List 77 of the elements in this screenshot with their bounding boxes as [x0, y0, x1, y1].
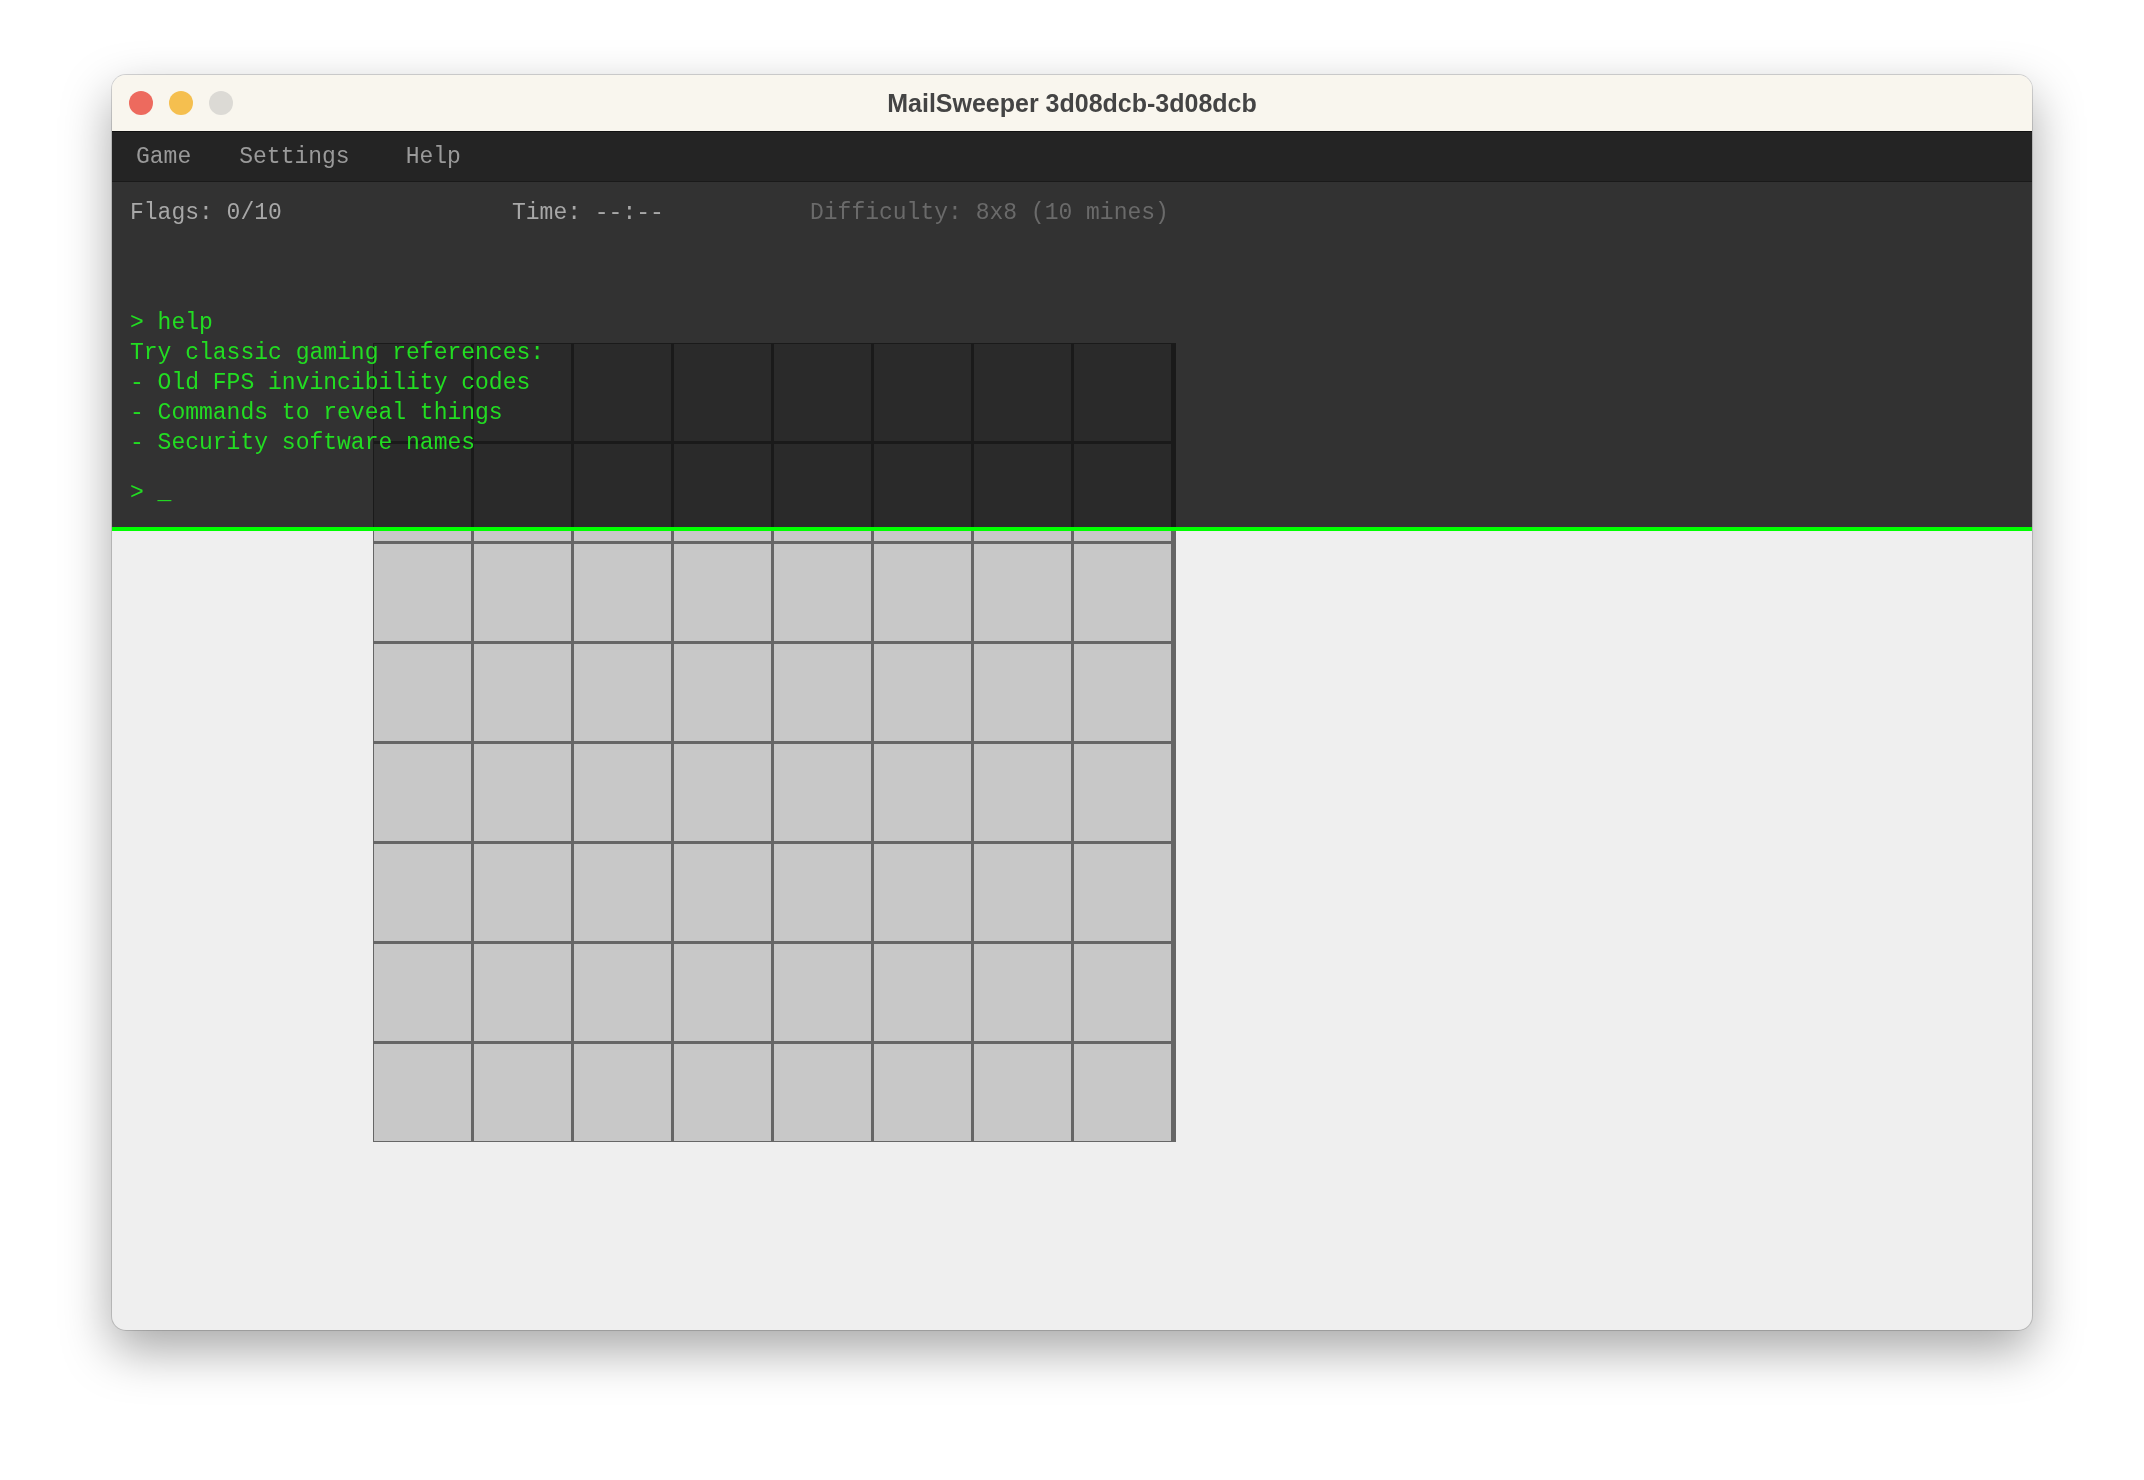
board-cell[interactable] — [474, 844, 571, 941]
console-line: > help — [130, 309, 213, 338]
board-cell[interactable] — [674, 844, 771, 941]
board-cell[interactable] — [674, 444, 771, 541]
board-cell[interactable] — [1074, 844, 1171, 941]
board-cell[interactable] — [574, 744, 671, 841]
board-cell[interactable] — [374, 844, 471, 941]
timer: Time: --:-- — [512, 200, 665, 226]
board-cell[interactable] — [474, 1044, 571, 1141]
minimize-button[interactable] — [169, 91, 193, 115]
board-cell[interactable] — [1074, 744, 1171, 841]
board-cell[interactable] — [674, 944, 771, 1041]
board-cell[interactable] — [974, 444, 1071, 541]
menu-item[interactable]: Help — [405, 143, 461, 170]
board-cell[interactable] — [574, 344, 671, 441]
board-cell[interactable] — [874, 444, 971, 541]
board-cell[interactable] — [474, 444, 571, 541]
board-cell[interactable] — [374, 1044, 471, 1141]
board-cell[interactable] — [1074, 344, 1171, 441]
board-cell[interactable] — [674, 644, 771, 741]
board-cell[interactable] — [774, 644, 871, 741]
window-title: MailSweeper 3d08dcb-3d08dcb — [887, 88, 1257, 118]
board-cell[interactable] — [1074, 944, 1171, 1041]
board-cell[interactable] — [974, 944, 1071, 1041]
console-line: - Security software names — [130, 429, 476, 458]
board-cell[interactable] — [374, 644, 471, 741]
board-cell[interactable] — [974, 1044, 1071, 1141]
flags-counter: Flags: 0/10 — [130, 200, 283, 226]
console-prompt[interactable]: > _ — [130, 478, 172, 508]
board-cell[interactable] — [774, 844, 871, 941]
board-cell[interactable] — [674, 1044, 771, 1141]
board-cell[interactable] — [574, 1044, 671, 1141]
board-cell[interactable] — [674, 344, 771, 441]
board-cell[interactable] — [974, 544, 1071, 641]
board-cell[interactable] — [374, 944, 471, 1041]
board-cell[interactable] — [974, 644, 1071, 741]
menu-item[interactable]: Game — [136, 143, 192, 170]
board-cell[interactable] — [474, 544, 571, 641]
board-cell[interactable] — [474, 744, 571, 841]
board-cell[interactable] — [974, 844, 1071, 941]
board-cell[interactable] — [574, 444, 671, 541]
board-cell[interactable] — [974, 344, 1071, 441]
console-line: - Old FPS invincibility codes — [130, 369, 531, 398]
board-cell[interactable] — [474, 644, 571, 741]
board-cell[interactable] — [774, 1044, 871, 1141]
board-cell[interactable] — [674, 544, 771, 641]
board-cell[interactable] — [874, 944, 971, 1041]
board-cell[interactable] — [774, 544, 871, 641]
board-cell[interactable] — [1074, 644, 1171, 741]
console-line: - Commands to reveal things — [130, 399, 503, 428]
board-cell[interactable] — [774, 744, 871, 841]
board-cell[interactable] — [574, 844, 671, 941]
board-cell[interactable] — [1074, 444, 1171, 541]
difficulty-label: Difficulty: 8x8 (10 mines) — [810, 200, 1169, 226]
board-cell[interactable] — [774, 444, 871, 541]
board-cell[interactable] — [374, 544, 471, 641]
board-cell[interactable] — [474, 944, 571, 1041]
board-cell[interactable] — [774, 344, 871, 441]
board-cell[interactable] — [1074, 544, 1171, 641]
menu-item[interactable]: Settings — [239, 143, 350, 170]
board-cell[interactable] — [874, 544, 971, 641]
zoom-button[interactable] — [209, 91, 233, 115]
board-cell[interactable] — [574, 944, 671, 1041]
board-cell[interactable] — [1074, 1044, 1171, 1141]
board-cell[interactable] — [874, 644, 971, 741]
board-cell[interactable] — [374, 744, 471, 841]
board-cell[interactable] — [874, 1044, 971, 1141]
board-cell[interactable] — [874, 744, 971, 841]
board-cell[interactable] — [574, 644, 671, 741]
console-line: Try classic gaming references: — [130, 339, 545, 368]
board-cell[interactable] — [874, 844, 971, 941]
board-cell[interactable] — [774, 944, 871, 1041]
close-button[interactable] — [129, 91, 153, 115]
board-cell[interactable] — [974, 744, 1071, 841]
board-cell[interactable] — [874, 344, 971, 441]
board-cell[interactable] — [674, 744, 771, 841]
board-cell[interactable] — [574, 544, 671, 641]
